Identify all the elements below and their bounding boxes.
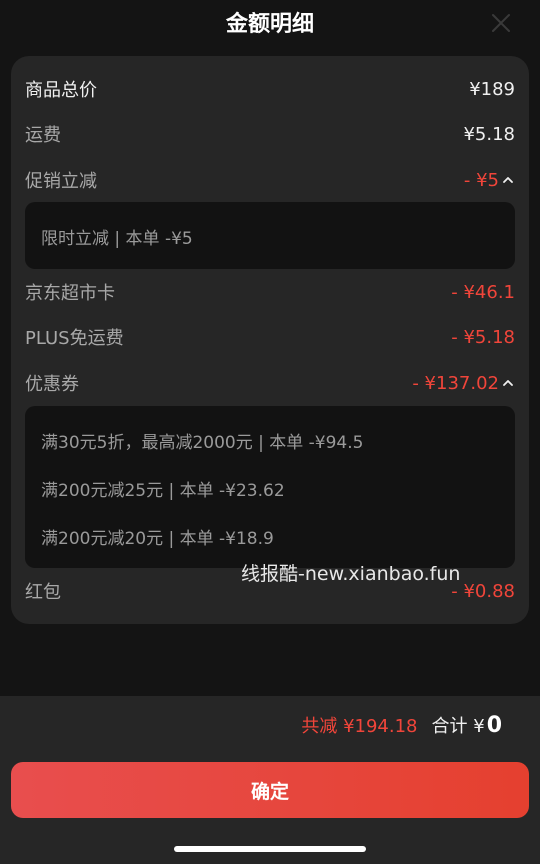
page-title: 金额明细 [225,12,314,37]
sum-value: 0 [486,713,502,738]
close-icon[interactable] [490,12,512,34]
total-reduce: 共减 ¥194.18 [301,716,418,737]
chevron-up-icon[interactable] [501,173,515,187]
total-summary: 共减 ¥194.18 合计 ¥ 0 [301,712,502,738]
coupon-detail-line: 满30元5折，最高减2000元 | 本单 -¥94.5 [41,433,364,453]
shipping-row: 运费 ¥5.18 [25,119,515,149]
jd-card-label: 京东超市卡 [25,283,115,304]
coupon-detail-line: 满200元减20元 | 本单 -¥18.9 [41,529,274,549]
amount-detail-card: 商品总价 ¥189 运费 ¥5.18 促销立减 - ¥5 限时立减 | 本单 -… [11,56,529,624]
coupon-row[interactable]: 优惠券 - ¥137.02 [25,368,515,398]
header: 金额明细 [0,0,540,48]
watermark: 线报酷-new.xianbao.fun [241,563,461,585]
red-packet-label: 红包 [25,582,61,603]
goods-total-label: 商品总价 [25,80,97,101]
promo-label: 促销立减 [25,171,97,192]
plus-free-label: PLUS免运费 [25,328,124,349]
coupon-value: - ¥137.02 [412,372,499,394]
footer: 共减 ¥194.18 合计 ¥ 0 确定 [0,696,540,864]
shipping-value: ¥5.18 [463,123,515,145]
promo-value-group[interactable]: - ¥5 [464,170,515,191]
plus-free-row: PLUS免运费 - ¥5.18 [25,322,515,352]
confirm-button[interactable]: 确定 [11,762,529,818]
sum-label: 合计 ¥ [431,716,485,737]
promo-row[interactable]: 促销立减 - ¥5 [25,165,515,195]
goods-total-row: 商品总价 ¥189 [25,74,515,104]
coupon-label: 优惠券 [25,374,79,395]
shipping-label: 运费 [25,125,61,146]
coupon-detail-box: 满30元5折，最高减2000元 | 本单 -¥94.5 满200元减25元 | … [25,406,515,568]
promo-detail-box: 限时立减 | 本单 -¥5 [25,202,515,269]
home-indicator [174,846,366,852]
promo-value: - ¥5 [463,169,499,191]
goods-total-value: ¥189 [469,78,515,100]
chevron-up-icon[interactable] [501,376,515,390]
coupon-detail-line: 满200元减25元 | 本单 -¥23.62 [41,481,285,501]
jd-card-value: - ¥46.1 [451,281,515,303]
plus-free-value: - ¥5.18 [451,326,515,348]
red-packet-value: - ¥0.88 [451,580,515,602]
coupon-value-group[interactable]: - ¥137.02 [412,373,515,394]
promo-detail-line: 限时立减 | 本单 -¥5 [41,229,193,249]
jd-card-row: 京东超市卡 - ¥46.1 [25,277,515,307]
